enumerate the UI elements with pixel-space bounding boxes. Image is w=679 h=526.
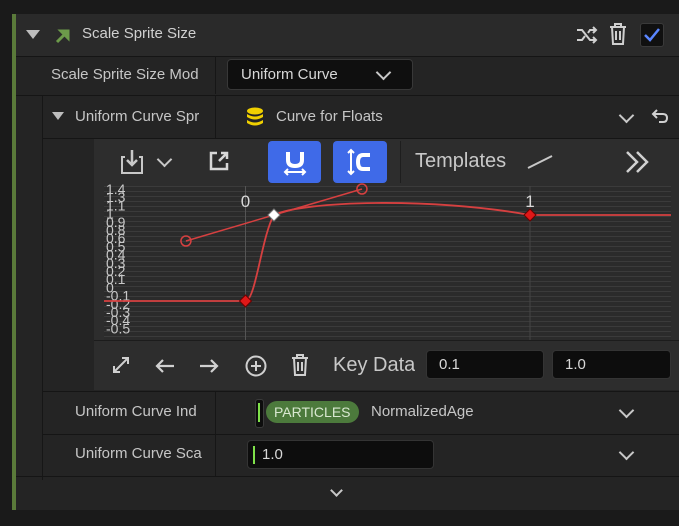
x-tick-label: 0 bbox=[241, 192, 250, 211]
curve-label: Uniform Curve Spr bbox=[75, 108, 200, 125]
scale-value-input[interactable]: 1.0 bbox=[247, 440, 434, 469]
index-value[interactable]: NormalizedAge bbox=[371, 403, 474, 420]
value-indicator bbox=[253, 446, 255, 464]
magnet-icon bbox=[283, 152, 307, 176]
database-icon bbox=[247, 107, 263, 126]
curve-graph[interactable]: 1.41.31.110.90.80.60.50.40.30.20.10-0.1-… bbox=[104, 181, 671, 340]
index-label: Uniform Curve Ind bbox=[75, 403, 197, 420]
reset-arrow-icon[interactable] bbox=[651, 108, 669, 124]
binding-indicator bbox=[258, 403, 260, 422]
module-title: Scale Sprite Size bbox=[82, 25, 197, 42]
chevron-down-icon bbox=[375, 64, 392, 81]
collapse-arrow-icon[interactable] bbox=[52, 112, 64, 121]
key-time-input[interactable]: 0.1 bbox=[426, 350, 544, 379]
delete-key-icon[interactable] bbox=[290, 354, 310, 376]
module-enabled-strip bbox=[12, 14, 16, 510]
key-data-label: Key Data bbox=[333, 354, 416, 376]
enabled-checkbox[interactable] bbox=[640, 23, 664, 47]
scale-mode-dropdown[interactable]: Uniform Curve bbox=[227, 59, 413, 90]
add-key-icon[interactable] bbox=[245, 355, 267, 377]
module-header[interactable]: Scale Sprite Size bbox=[16, 14, 679, 56]
checkmark-icon bbox=[644, 28, 660, 42]
particles-badge[interactable]: PARTICLES bbox=[266, 401, 359, 423]
snap-vertical-button[interactable] bbox=[333, 141, 387, 183]
shuffle-icon[interactable] bbox=[576, 24, 598, 46]
arrow-left-icon[interactable] bbox=[155, 358, 175, 374]
curve-type-value[interactable]: Curve for Floats bbox=[276, 108, 383, 125]
linear-template-icon[interactable] bbox=[527, 155, 553, 169]
scale-value: 1.0 bbox=[262, 446, 283, 463]
templates-label[interactable]: Templates bbox=[415, 150, 506, 173]
arrow-right-icon[interactable] bbox=[199, 358, 219, 374]
key-value-value: 1.0 bbox=[565, 356, 586, 373]
snap-magnet-button[interactable] bbox=[268, 141, 321, 183]
vertical-snap-icon bbox=[347, 148, 370, 176]
expand-icon[interactable] bbox=[112, 356, 130, 374]
x-tick-label: 1 bbox=[525, 192, 534, 211]
import-icon[interactable] bbox=[120, 149, 146, 175]
collapse-arrow-icon[interactable] bbox=[26, 30, 40, 40]
scale-mode-value: Uniform Curve bbox=[241, 66, 338, 83]
open-external-icon[interactable] bbox=[209, 151, 229, 171]
double-chevron-right-icon[interactable] bbox=[624, 150, 650, 174]
scale-mode-label: Scale Sprite Size Mod bbox=[51, 66, 199, 83]
key-time-value: 0.1 bbox=[439, 356, 460, 373]
delete-icon[interactable] bbox=[608, 23, 628, 45]
scale-arrow-icon bbox=[55, 29, 70, 44]
scale-label: Uniform Curve Sca bbox=[75, 445, 202, 462]
y-tick-label: -0.5 bbox=[106, 320, 130, 336]
key-value-input[interactable]: 1.0 bbox=[552, 350, 671, 379]
